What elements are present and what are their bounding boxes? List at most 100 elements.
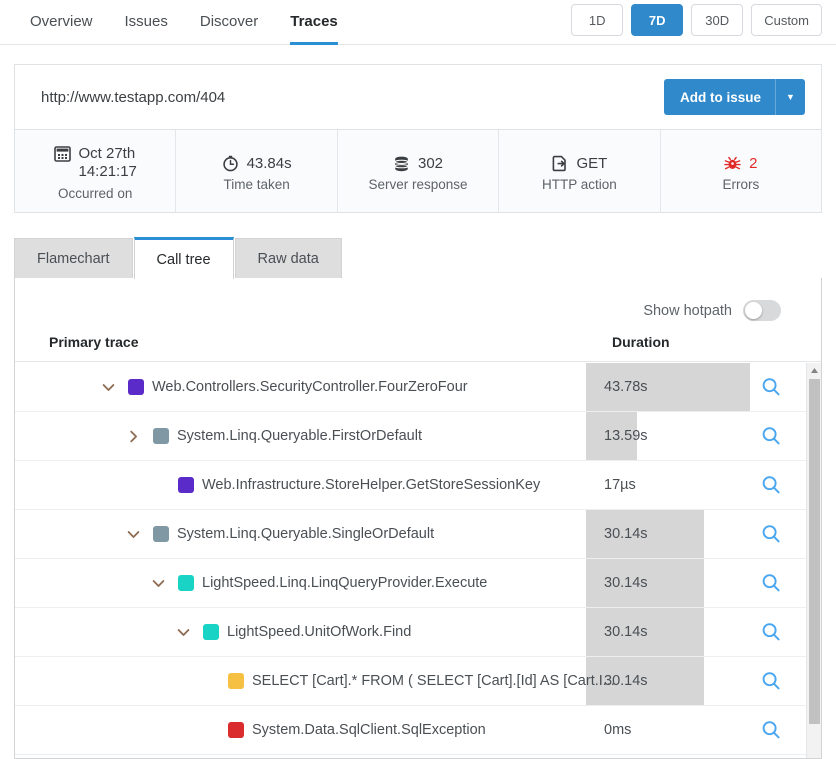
call-tree-panel: Show hotpath Primary trace Duration Web.… — [14, 278, 822, 759]
call-tree-row[interactable]: LightSpeed.UnitOfWork.Find 30.14s — [15, 608, 821, 657]
call-tree-rows: Web.Controllers.SecurityController.FourZ… — [15, 363, 821, 758]
search-icon[interactable] — [760, 719, 782, 741]
call-tree-row[interactable]: LightSpeed.Linq.LinqQueryProvider.Execut… — [15, 559, 821, 608]
trace-summary-card: http://www.testapp.com/404 Add to issue … — [14, 64, 822, 213]
chevron-down-icon[interactable] — [124, 525, 142, 543]
range-button-7d[interactable]: 7D — [631, 4, 684, 36]
stat-value-row: 2 — [724, 154, 758, 172]
trace-type-badge — [178, 575, 194, 591]
stat-value: 43.84s — [246, 154, 292, 172]
trace-duration: 13.59s — [604, 428, 648, 444]
call-tree-scrollbar[interactable] — [806, 363, 821, 758]
panel-tab-raw-data[interactable]: Raw data — [234, 238, 342, 279]
trace-name: System.Data.SqlClient.SqlException — [252, 722, 486, 738]
call-tree-row[interactable]: Web.Controllers.SecurityController.FourZ… — [15, 363, 821, 412]
stat-value-row: GET — [552, 154, 608, 172]
stat-value: Oct 27th 14:21:17 — [79, 145, 137, 181]
bug-icon — [724, 155, 741, 172]
stat-occurred-on: Oct 27th 14:21:17 Occurred on — [15, 130, 177, 212]
call-tree-row[interactable]: System.Data.SqlClient.SqlException 0ms — [15, 706, 821, 755]
trace-duration: 0ms — [604, 722, 632, 738]
trace-type-badge — [128, 379, 144, 395]
nav-tab-overview[interactable]: Overview — [14, 0, 109, 45]
panel-tab-flamechart[interactable]: Flamechart — [14, 238, 133, 279]
trace-type-badge — [178, 477, 194, 493]
chevron-down-icon[interactable] — [149, 574, 167, 592]
trace-name: SELECT [Cart].* FROM ( SELECT [Cart].[Id… — [252, 673, 615, 689]
trace-url: http://www.testapp.com/404 — [41, 88, 226, 106]
range-button-1d[interactable]: 1D — [571, 4, 624, 36]
stat-label: Occurred on — [58, 186, 133, 201]
call-tree-row[interactable]: System.Linq.Queryable.FirstOrDefault 13.5… — [15, 412, 821, 461]
stat-time-taken: 43.84s Time taken — [176, 130, 338, 212]
stat-value: GET — [576, 154, 608, 172]
trace-name: Web.Controllers.SecurityController.FourZ… — [152, 379, 468, 395]
trace-duration: 30.14s — [604, 673, 648, 689]
trace-stats-row: Oct 27th 14:21:17 Occurred on 43.84s Time ta… — [15, 129, 821, 212]
search-icon[interactable] — [760, 670, 782, 692]
chevron-down-icon[interactable]: ▼ — [775, 79, 805, 115]
trace-summary-header: http://www.testapp.com/404 Add to issue … — [15, 65, 821, 129]
panel-tab-call-tree[interactable]: Call tree — [133, 237, 234, 279]
top-navigation-bar: Overview Issues Discover Traces 1D 7D 30D Cust… — [0, 0, 836, 45]
nav-tab-issues[interactable]: Issues — [109, 0, 184, 45]
search-icon[interactable] — [760, 621, 782, 643]
column-header-primary-trace: Primary trace — [49, 334, 139, 350]
calendar-icon — [53, 145, 71, 162]
stat-value-row: 43.84s — [222, 155, 292, 172]
nav-tab-traces[interactable]: Traces — [274, 0, 354, 45]
trace-name: LightSpeed.Linq.LinqQueryProvider.Execut… — [202, 575, 488, 591]
add-to-issue-button-group[interactable]: Add to issue ▼ — [663, 79, 805, 115]
stat-value-row: 302 — [393, 155, 443, 172]
trace-name: System.Linq.Queryable.FirstOrDefault — [177, 428, 422, 444]
show-hotpath-toggle[interactable] — [743, 300, 781, 321]
search-icon[interactable] — [760, 572, 782, 594]
trace-name: LightSpeed.UnitOfWork.Find — [227, 624, 412, 640]
stat-http-action: GET HTTP action — [499, 130, 661, 212]
trace-duration: 17µs — [604, 477, 636, 493]
show-hotpath-label: Show hotpath — [643, 302, 732, 319]
trace-type-badge — [203, 624, 219, 640]
search-icon[interactable] — [760, 523, 782, 545]
trace-detail-tabs: Flamechart Call tree Raw data — [14, 237, 822, 279]
chevron-down-icon[interactable] — [174, 623, 192, 641]
trace-name: System.Linq.Queryable.SingleOrDefault — [177, 526, 435, 542]
stat-server-response: 302 Server response — [338, 130, 500, 212]
stat-value-row: Oct 27th 14:21:17 — [53, 145, 137, 181]
call-tree-row[interactable]: SELECT [Cart].* FROM ( SELECT [Cart].[Id… — [15, 657, 821, 706]
stat-label: Errors — [722, 176, 760, 192]
call-tree-row[interactable]: Web.Infrastructure.StoreHelper.GetStoreS… — [15, 461, 821, 510]
trace-type-badge — [153, 526, 169, 542]
chevron-down-icon[interactable] — [99, 378, 117, 396]
scroll-up-arrow-icon[interactable] — [807, 363, 821, 378]
trace-name: Web.Infrastructure.StoreHelper.GetStoreS… — [202, 477, 541, 493]
stat-value: 302 — [418, 154, 444, 172]
search-icon[interactable] — [760, 474, 782, 496]
stat-label: Time taken — [223, 176, 290, 192]
search-icon[interactable] — [760, 425, 782, 447]
stat-errors: 2 Errors — [661, 130, 821, 212]
call-tree-row[interactable]: System.Linq.Queryable.SingleOrDefault 30.… — [15, 510, 821, 559]
column-header-duration: Duration — [612, 334, 670, 350]
primary-nav-tabs: Overview Issues Discover Traces — [14, 0, 354, 45]
trace-type-badge — [228, 722, 244, 738]
chevron-right-icon[interactable] — [124, 427, 142, 445]
clock-icon — [222, 155, 239, 172]
show-hotpath-control[interactable]: Show hotpath — [643, 300, 781, 321]
range-button-30d[interactable]: 30D — [691, 4, 744, 36]
trace-type-badge — [228, 673, 244, 689]
stat-value-line-1: Oct 27th — [78, 145, 136, 162]
stat-value: 2 — [749, 154, 758, 172]
nav-tab-discover[interactable]: Discover — [184, 0, 274, 45]
http-action-icon — [552, 155, 569, 172]
database-icon — [393, 155, 410, 172]
trace-duration: 43.78s — [604, 379, 648, 395]
range-button-custom[interactable]: Custom — [751, 4, 822, 36]
trace-duration: 30.14s — [604, 624, 648, 640]
trace-duration: 30.14s — [604, 526, 648, 542]
scrollbar-thumb[interactable] — [809, 379, 820, 724]
search-icon[interactable] — [760, 376, 782, 398]
trace-type-badge — [153, 428, 169, 444]
stat-value-line-2: 14:21:17 — [78, 163, 137, 180]
add-to-issue-button[interactable]: Add to issue — [664, 79, 775, 115]
